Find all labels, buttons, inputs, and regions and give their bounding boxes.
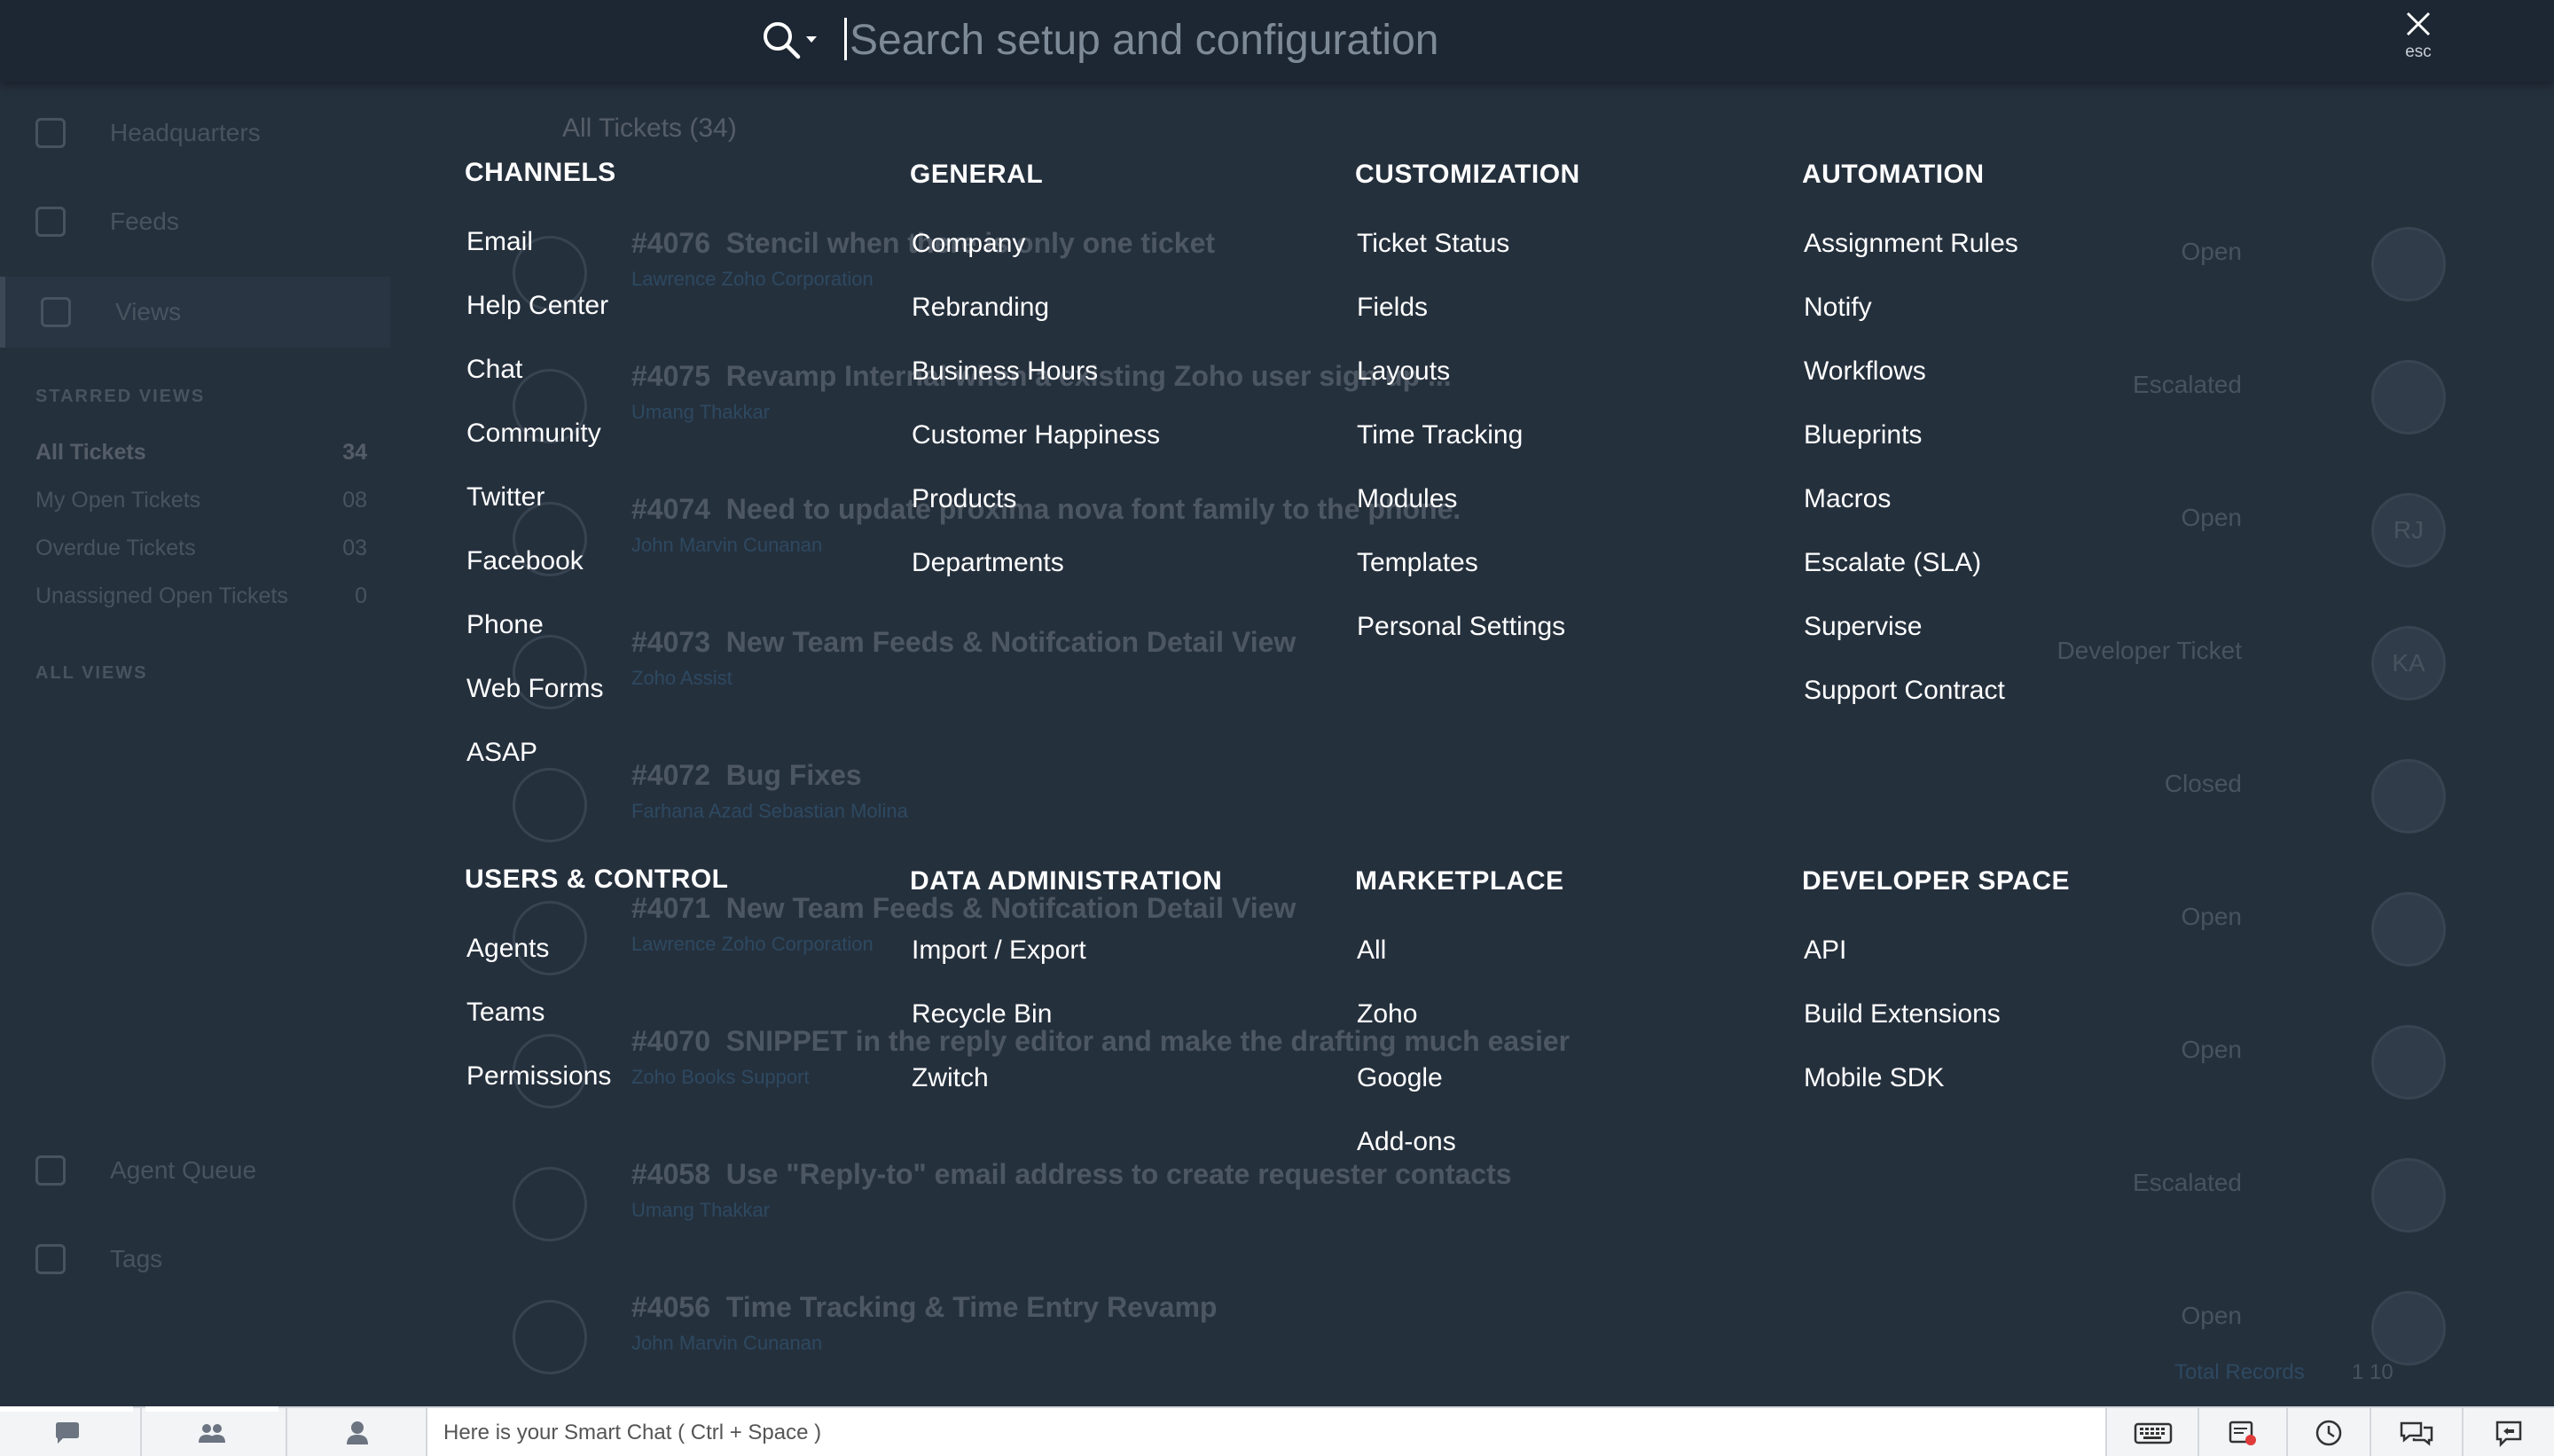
menu-item-templates[interactable]: Templates <box>1355 531 1798 595</box>
divider <box>140 1408 142 1456</box>
menu-item-company[interactable]: Company <box>910 212 1353 276</box>
menu-item-import-export[interactable]: Import / Export <box>910 919 1353 982</box>
menu-item-add-ons[interactable]: Add-ons <box>1355 1110 1798 1174</box>
menu-item-notify[interactable]: Notify <box>1802 276 2245 340</box>
menu-item-permissions[interactable]: Permissions <box>465 1045 908 1108</box>
menu-item-mobile-sdk[interactable]: Mobile SDK <box>1802 1046 2245 1110</box>
menu-item-supervise[interactable]: Supervise <box>1802 595 2245 659</box>
close-button[interactable]: esc <box>2394 11 2442 69</box>
smart-chat-input[interactable] <box>426 1408 2107 1456</box>
text-cursor <box>844 18 847 60</box>
close-icon <box>2406 12 2431 36</box>
menu-item-community[interactable]: Community <box>465 402 908 466</box>
section-data-administration: DATA ADMINISTRATION Import / Export Recy… <box>910 857 1353 1110</box>
section-automation: AUTOMATION Assignment Rules Notify Workf… <box>1802 150 2245 723</box>
menu-item-escalate-sla[interactable]: Escalate (SLA) <box>1802 531 2245 595</box>
chevron-down-icon[interactable] <box>805 35 818 44</box>
chat-button[interactable] <box>0 1408 135 1456</box>
section-title: USERS & CONTROL <box>465 865 729 894</box>
notification-card-icon <box>2229 1421 2256 1445</box>
menu-item-ticket-status[interactable]: Ticket Status <box>1355 212 1798 276</box>
tab-marker <box>145 1406 278 1412</box>
menu-item-web-forms[interactable]: Web Forms <box>465 657 908 721</box>
menu-item-agents[interactable]: Agents <box>465 917 908 981</box>
menu-item-personal-settings[interactable]: Personal Settings <box>1355 595 1798 659</box>
section-developer-space: DEVELOPER SPACE API Build Extensions Mob… <box>1802 857 2245 1110</box>
menu-item-modules[interactable]: Modules <box>1355 467 1798 531</box>
menu-item-google[interactable]: Google <box>1355 1046 1798 1110</box>
section-title: CUSTOMIZATION <box>1355 160 1580 189</box>
group-icon <box>199 1424 225 1443</box>
section-general: GENERAL Company Rebranding Business Hour… <box>910 150 1353 595</box>
feedback-icon <box>2495 1421 2522 1448</box>
menu-item-fields[interactable]: Fields <box>1355 276 1798 340</box>
menu-item-chat[interactable]: Chat <box>465 338 908 402</box>
menu-item-help-center[interactable]: Help Center <box>465 274 908 338</box>
section-customization: CUSTOMIZATION Ticket Status Fields Layou… <box>1355 150 1798 659</box>
menu-item-customer-happiness[interactable]: Customer Happiness <box>910 403 1353 467</box>
comments-button[interactable] <box>2371 1408 2462 1456</box>
menu-item-blueprints[interactable]: Blueprints <box>1802 403 2245 467</box>
tab-marker <box>0 1406 133 1412</box>
keyboard-icon <box>2134 1422 2173 1444</box>
keyboard-shortcuts-button[interactable] <box>2109 1408 2198 1456</box>
feedback-button[interactable] <box>2464 1408 2554 1456</box>
menu-item-api[interactable]: API <box>1802 919 2245 982</box>
team-button[interactable] <box>145 1408 278 1456</box>
section-title: CHANNELS <box>465 158 616 187</box>
menu-item-facebook[interactable]: Facebook <box>465 529 908 593</box>
clock-icon <box>2315 1420 2342 1446</box>
section-title: DEVELOPER SPACE <box>1802 866 2071 896</box>
user-icon <box>347 1421 368 1444</box>
section-title: MARKETPLACE <box>1355 866 1564 896</box>
esc-hint: esc <box>2405 43 2432 61</box>
menu-item-rebranding[interactable]: Rebranding <box>910 276 1353 340</box>
bottom-bar <box>0 1406 2554 1456</box>
chat-bubble-icon <box>56 1422 79 1444</box>
menu-item-email[interactable]: Email <box>465 210 908 274</box>
menu-item-phone[interactable]: Phone <box>465 593 908 657</box>
menu-item-recycle-bin[interactable]: Recycle Bin <box>910 982 1353 1046</box>
menu-item-asap[interactable]: ASAP <box>465 721 908 785</box>
setup-search-bar: esc <box>0 0 2554 82</box>
search-icon[interactable] <box>761 20 802 60</box>
menu-item-all[interactable]: All <box>1355 919 1798 982</box>
setup-menu: CHANNELS Email Help Center Chat Communit… <box>0 82 2554 1406</box>
menu-item-business-hours[interactable]: Business Hours <box>910 340 1353 403</box>
menu-item-products[interactable]: Products <box>910 467 1353 531</box>
menu-item-workflows[interactable]: Workflows <box>1802 340 2245 403</box>
section-title: AUTOMATION <box>1802 160 1985 189</box>
menu-item-macros[interactable]: Macros <box>1802 467 2245 531</box>
section-users-control: USERS & CONTROL Agents Teams Permissions <box>465 855 908 1108</box>
menu-item-zwitch[interactable]: Zwitch <box>910 1046 1353 1110</box>
section-title: DATA ADMINISTRATION <box>910 866 1223 896</box>
menu-item-zoho[interactable]: Zoho <box>1355 982 1798 1046</box>
section-channels: CHANNELS Email Help Center Chat Communit… <box>465 148 908 785</box>
divider <box>286 1408 287 1456</box>
menu-item-departments[interactable]: Departments <box>910 531 1353 595</box>
menu-item-teams[interactable]: Teams <box>465 981 908 1045</box>
menu-item-assignment-rules[interactable]: Assignment Rules <box>1802 212 2245 276</box>
section-marketplace: MARKETPLACE All Zoho Google Add-ons <box>1355 857 1798 1174</box>
comments-icon <box>2400 1421 2433 1446</box>
menu-item-time-tracking[interactable]: Time Tracking <box>1355 403 1798 467</box>
menu-item-build-extensions[interactable]: Build Extensions <box>1802 982 2245 1046</box>
section-title: GENERAL <box>910 160 1044 189</box>
menu-item-twitter[interactable]: Twitter <box>465 466 908 529</box>
time-tracker-button[interactable] <box>2288 1408 2370 1456</box>
menu-item-support-contract[interactable]: Support Contract <box>1802 659 2245 723</box>
contacts-button[interactable] <box>291 1408 424 1456</box>
menu-item-layouts[interactable]: Layouts <box>1355 340 1798 403</box>
search-input[interactable] <box>850 9 2357 71</box>
notifications-button[interactable] <box>2199 1408 2286 1456</box>
